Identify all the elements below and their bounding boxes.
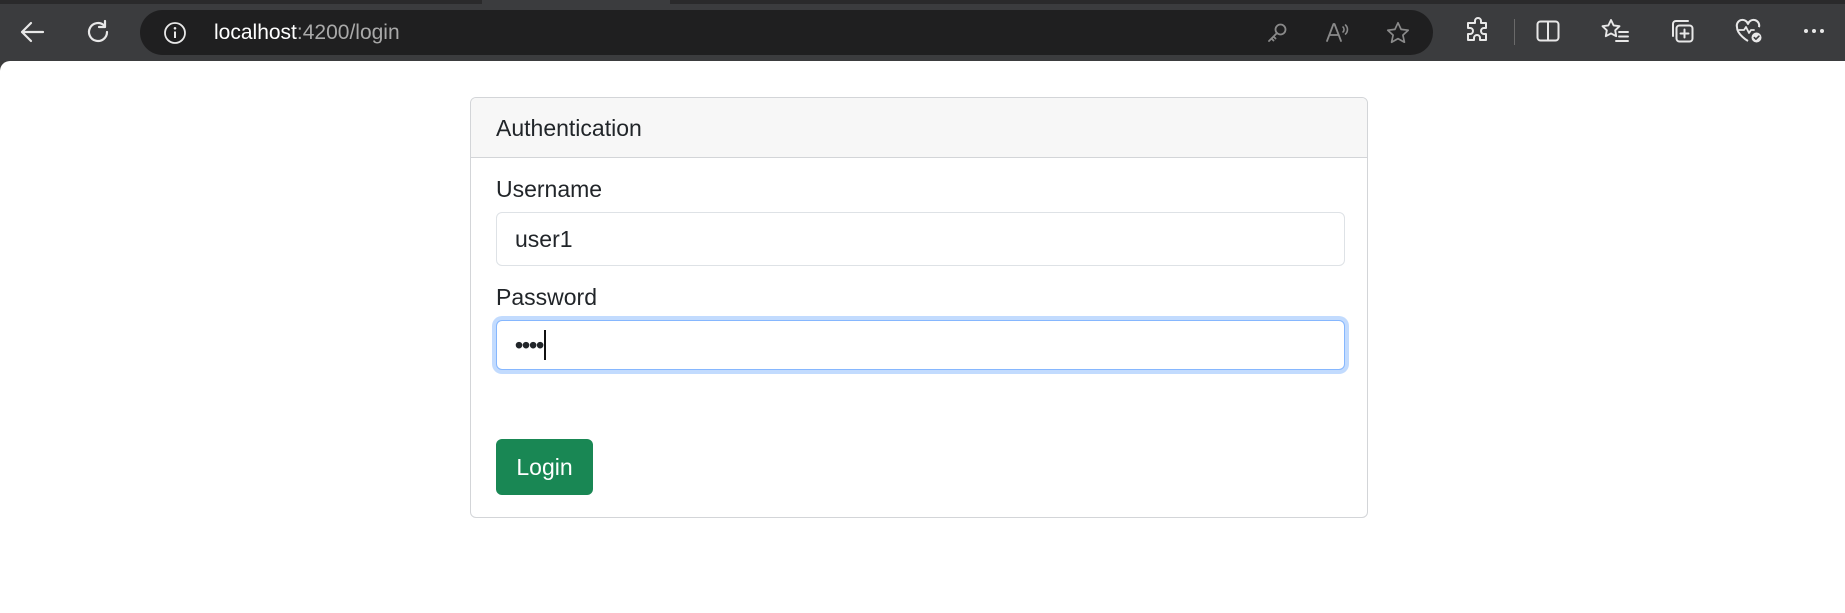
username-value: user1 xyxy=(515,226,573,252)
favorites-list-icon[interactable] xyxy=(1598,14,1632,48)
username-input[interactable]: user1 xyxy=(496,212,1345,266)
url-path: :4200/login xyxy=(296,21,400,44)
refresh-icon[interactable] xyxy=(78,12,118,52)
split-screen-icon[interactable] xyxy=(1531,14,1565,48)
tab-strip xyxy=(0,0,1845,4)
page-content: Authentication Username user1 Password •… xyxy=(0,61,1845,613)
url-host: localhost xyxy=(214,21,297,44)
address-bar[interactable]: localhost:4200/login xyxy=(140,10,1433,55)
favorite-star-icon[interactable] xyxy=(1385,20,1411,46)
extensions-icon[interactable] xyxy=(1461,14,1495,48)
back-arrow-icon[interactable] xyxy=(12,12,52,52)
key-icon[interactable] xyxy=(1264,20,1290,46)
password-masked-value: •••• xyxy=(515,332,544,358)
authentication-card: Authentication Username user1 Password •… xyxy=(470,97,1368,518)
url-text[interactable]: localhost:4200/login xyxy=(214,21,400,45)
more-options-icon[interactable] xyxy=(1797,14,1831,48)
toolbar-divider xyxy=(1514,19,1515,45)
browser-essentials-icon[interactable] xyxy=(1732,14,1766,48)
username-label: Username xyxy=(496,176,603,202)
password-input[interactable]: •••• xyxy=(496,320,1345,370)
text-cursor xyxy=(544,329,547,360)
browser-chrome: localhost:4200/login xyxy=(0,0,1845,61)
password-label: Password xyxy=(496,284,597,310)
read-aloud-icon[interactable] xyxy=(1324,20,1350,46)
collections-icon[interactable] xyxy=(1665,14,1699,48)
info-icon[interactable] xyxy=(163,21,187,45)
card-header: Authentication xyxy=(471,98,1367,158)
login-button[interactable]: Login xyxy=(496,439,593,495)
